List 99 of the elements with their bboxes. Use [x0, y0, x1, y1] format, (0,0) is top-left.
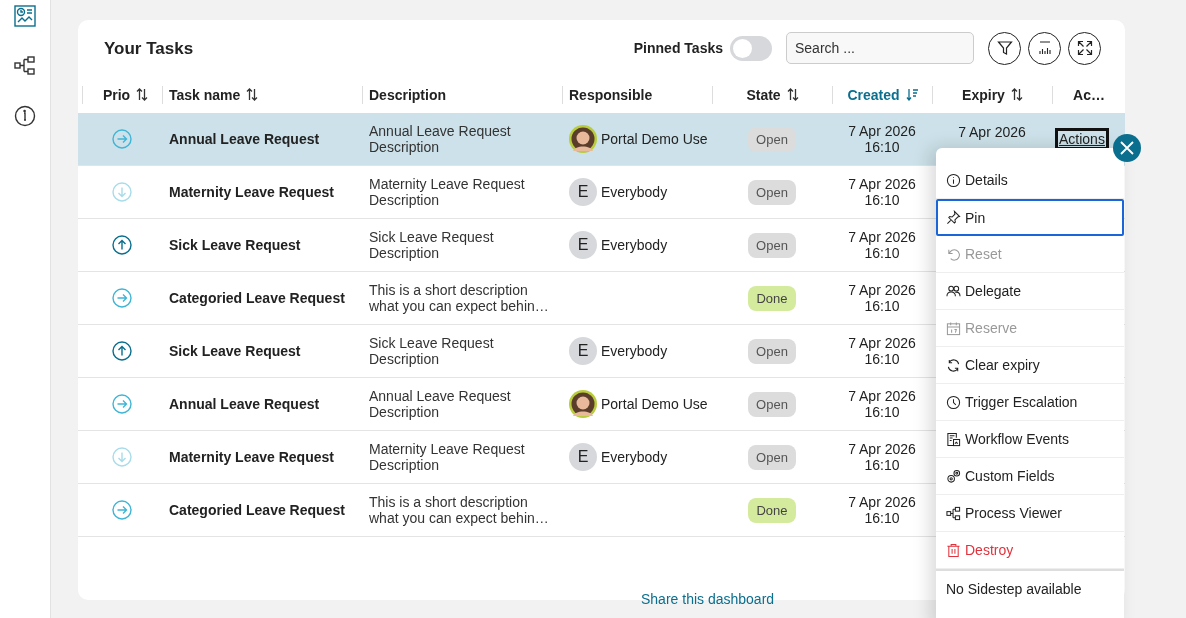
- state-badge: Done: [748, 497, 796, 523]
- responsible-name: Portal Demo Use: [601, 131, 708, 147]
- sort-icon: [136, 88, 149, 101]
- created-date: 7 Apr 2026 16:10: [848, 388, 916, 420]
- people-icon: [946, 283, 961, 299]
- sort-icon: [786, 88, 799, 101]
- task-description: Annual Leave Request Description: [369, 388, 512, 420]
- expand-button[interactable]: [1068, 31, 1101, 65]
- task-description: Annual Leave Request Description: [369, 123, 512, 155]
- task-description: Sick Leave Request Description: [369, 229, 495, 261]
- menu-item[interactable]: Clear expiry: [936, 347, 1124, 384]
- bar-chart-icon: [1036, 40, 1053, 56]
- state-badge: Open: [748, 338, 796, 364]
- calendar-icon: [946, 320, 961, 336]
- state-badge: Done: [748, 285, 796, 311]
- task-name: Annual Leave Request: [169, 131, 320, 147]
- card-title: Your Tasks: [104, 38, 195, 59]
- column-header[interactable]: Responsible: [569, 86, 653, 103]
- task-name: Sick Leave Request: [169, 237, 301, 253]
- task-description: Maternity Leave Request Description: [369, 441, 526, 473]
- state-badge: Open: [748, 232, 796, 258]
- menu-item[interactable]: Process Viewer: [936, 495, 1124, 532]
- task-name: Categoried Leave Request: [169, 290, 345, 306]
- nav-button[interactable]: [13, 104, 37, 128]
- task-description: This is a short description what you can expect behin…: [369, 494, 550, 526]
- close-icon: [1120, 141, 1134, 155]
- responsible-name: Everybody: [601, 449, 668, 465]
- avatar: E: [569, 178, 597, 206]
- expiry-date: 7 Apr 2026: [958, 124, 1026, 142]
- info-icon: [14, 105, 36, 127]
- created-date: 7 Apr 2026 16:10: [848, 176, 916, 208]
- menu-item[interactable]: Trigger Escalation: [936, 384, 1124, 421]
- filter-icon: [996, 40, 1013, 56]
- pin-icon: [946, 210, 961, 225]
- menu-item[interactable]: Workflow Events: [936, 421, 1124, 458]
- pinned-tasks-toggle[interactable]: [730, 35, 772, 61]
- created-date: 7 Apr 2026 16:10: [848, 335, 916, 367]
- avatar: E: [569, 443, 597, 471]
- refresh-icon: [946, 357, 961, 373]
- flowchart-icon: [14, 55, 36, 77]
- responsible-name: Everybody: [601, 184, 668, 200]
- task-name: Categoried Leave Request: [169, 502, 345, 518]
- close-button[interactable]: [1113, 134, 1141, 162]
- state-badge: Open: [748, 444, 796, 470]
- state-badge: Open: [748, 391, 796, 417]
- column-header[interactable]: Created: [847, 86, 918, 103]
- task-name: Annual Leave Request: [169, 396, 320, 412]
- dashboard-icon: [14, 5, 36, 27]
- avatar: E: [569, 337, 597, 365]
- filter-button[interactable]: [988, 31, 1021, 65]
- flowchart-icon: [946, 505, 961, 521]
- task-description: This is a short description what you can expect behin…: [369, 282, 550, 314]
- column-header[interactable]: Ac…: [1073, 86, 1105, 103]
- gears-icon: [946, 468, 961, 484]
- created-date: 7 Apr 2026 16:10: [848, 229, 916, 261]
- clock-icon: [946, 394, 961, 410]
- column-header[interactable]: Expiry: [962, 86, 1023, 103]
- info-icon: [946, 172, 961, 188]
- task-description: Maternity Leave Request Description: [369, 176, 526, 208]
- state-badge: Open: [748, 126, 796, 152]
- chart-button[interactable]: [1028, 31, 1061, 65]
- column-header[interactable]: Description: [369, 86, 446, 103]
- trash-icon: [946, 542, 961, 558]
- nav-button[interactable]: [13, 54, 37, 78]
- expand-icon: [1076, 40, 1093, 56]
- pinned-tasks-label: Pinned Tasks: [633, 40, 723, 56]
- task-name: Sick Leave Request: [169, 343, 301, 359]
- sort-icon: [1010, 88, 1023, 101]
- menu-item[interactable]: Destroy: [936, 532, 1124, 569]
- task-description: Sick Leave Request Description: [369, 335, 495, 367]
- column-header[interactable]: Prio: [102, 86, 149, 103]
- task-row[interactable]: Annual Leave Request Annual Leave Request Description Portal Demo Use Open 7 Apr 2026 16:10 7 Apr 2026 Actions: [78, 113, 1125, 166]
- responsible-name: Portal Demo Use: [601, 396, 708, 412]
- responsible-name: Everybody: [601, 237, 668, 253]
- menu-item[interactable]: Details: [936, 162, 1124, 199]
- no-sidestep-text: No Sidestep available: [936, 569, 1124, 607]
- menu-item[interactable]: Delegate: [936, 273, 1124, 310]
- menu-item[interactable]: Custom Fields: [936, 458, 1124, 495]
- undo-icon: [946, 246, 961, 262]
- column-header[interactable]: State: [746, 86, 799, 103]
- task-name: Maternity Leave Request: [169, 449, 334, 465]
- menu-item[interactable]: Pin: [936, 199, 1124, 236]
- avatar: E: [569, 231, 597, 259]
- search-field[interactable]: Search ...: [786, 32, 974, 64]
- avatar: [569, 125, 597, 153]
- nav-button[interactable]: [13, 4, 37, 28]
- created-date: 7 Apr 2026 16:10: [848, 282, 916, 314]
- created-date: 7 Apr 2026 16:10: [848, 123, 916, 155]
- sort-icon: [246, 88, 259, 101]
- task-name: Maternity Leave Request: [169, 184, 334, 200]
- created-date: 7 Apr 2026 16:10: [848, 441, 916, 473]
- avatar: [569, 390, 597, 418]
- sort-descending-icon: [905, 88, 918, 101]
- responsible-name: Everybody: [601, 343, 668, 359]
- column-header[interactable]: Task name: [169, 86, 259, 103]
- document-icon: [946, 431, 961, 447]
- share-dashboard-link[interactable]: Share this dashboard: [641, 591, 775, 607]
- state-badge: Open: [748, 179, 796, 205]
- created-date: 7 Apr 2026 16:10: [848, 494, 916, 526]
